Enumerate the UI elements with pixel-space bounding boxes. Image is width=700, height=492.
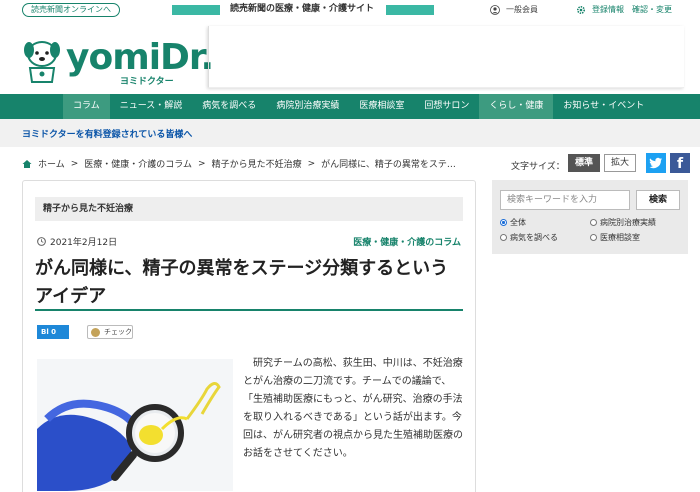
breadcrumb-home[interactable]: ホーム <box>38 157 65 170</box>
paid-member-notice-link[interactable]: ヨミドクターを有料登録されている皆様へ <box>22 127 192 140</box>
member-status[interactable]: 一般会員 <box>490 4 538 16</box>
series-label[interactable]: 精子から見た不妊治療 <box>35 197 463 221</box>
twitter-icon <box>649 157 662 169</box>
radio-unselected-icon <box>500 234 507 241</box>
article-photo <box>37 359 233 491</box>
breadcrumb-series[interactable]: 精子から見た不妊治療 <box>212 157 302 170</box>
logo-subtitle: ヨミドクター <box>120 77 174 87</box>
article-lead: 研究チームの高松、荻生田、中川は、不妊治療とがん治療の二刀流です。チームでの議論… <box>243 358 463 459</box>
breadcrumb: ホーム > 医療・健康・介護のコラム > 精子から見た不妊治療 > がん同様に、… <box>22 157 456 170</box>
radio-unselected-icon <box>590 219 597 226</box>
font-size-large-button[interactable]: 拡大 <box>604 154 636 172</box>
site-logo[interactable]: yomiDr. ヨミドクター <box>20 38 214 87</box>
check-button[interactable]: チェック <box>87 325 133 339</box>
home-icon <box>22 159 32 168</box>
category-link[interactable]: 医療・健康・介護のコラム <box>353 235 461 248</box>
radio-selected-icon <box>500 219 507 226</box>
bookmark-count-badge[interactable]: Bl 0 <box>37 325 69 339</box>
article-date: 2021年2月12日 <box>37 235 117 248</box>
clock-icon <box>37 237 46 246</box>
notice-bar: ヨミドクターを有料登録されている皆様へ <box>0 119 700 147</box>
site-tagline: 読売新聞の医療・健康・介護サイト <box>230 4 375 14</box>
nav-column[interactable]: コラム <box>63 94 110 119</box>
radio-disease[interactable]: 病気を調べる <box>500 232 558 243</box>
radio-label: 病院別治療実績 <box>600 218 656 227</box>
facebook-icon: f <box>676 156 684 172</box>
article-title: がん同様に、精子の異常をステージ分類するというアイデア <box>35 258 449 307</box>
check-circle-icon <box>91 328 100 337</box>
radio-label: 病気を調べる <box>510 233 558 242</box>
breadcrumb-column[interactable]: 医療・健康・介護のコラム <box>84 157 192 170</box>
decor-bar-left <box>172 5 220 15</box>
facebook-share-button[interactable]: f <box>670 153 690 173</box>
font-size-label: 文字サイズ： <box>511 162 565 172</box>
nav-news[interactable]: ニュース・解説 <box>110 94 193 119</box>
decor-bar-right <box>386 5 434 15</box>
breadcrumb-current: がん同様に、精子の異常をステ… <box>321 160 456 170</box>
search-input[interactable]: 検索キーワードを入力 <box>500 190 630 210</box>
glove-magnifier-image <box>37 359 233 491</box>
nav-hospital-results[interactable]: 病院別治療実績 <box>266 94 349 119</box>
radio-unselected-icon <box>590 234 597 241</box>
top-bar: 読売新聞オンラインへ 読売新聞の医療・健康・介護サイト 一般会員 登録情報 確認… <box>0 0 700 20</box>
member-label: 一般会員 <box>506 5 538 14</box>
person-icon <box>490 5 500 15</box>
radio-label: 医療相談室 <box>600 233 640 242</box>
ad-banner <box>208 26 684 88</box>
logo-wordmark: yomiDr. <box>66 37 214 78</box>
search-button[interactable]: 検索 <box>636 190 680 210</box>
nav-salon[interactable]: 回想サロン <box>414 94 479 119</box>
nav-disease[interactable]: 病気を調べる <box>192 94 266 119</box>
breadcrumb-separator: > <box>70 158 79 169</box>
title-underline <box>35 309 463 311</box>
main-nav: コラム ニュース・解説 病気を調べる 病院別治療実績 医療相談室 回想サロン く… <box>0 94 700 119</box>
account-settings-link[interactable]: 登録情報 確認・変更 <box>576 4 672 16</box>
nav-events[interactable]: お知らせ・イベント <box>553 94 654 119</box>
account-label: 登録情報 確認・変更 <box>592 5 672 14</box>
radio-all[interactable]: 全体 <box>500 217 526 228</box>
check-label: チェック <box>104 328 132 336</box>
dog-mascot-icon <box>24 41 60 83</box>
nav-life-health[interactable]: くらし・健康 <box>479 94 554 119</box>
article-card: 精子から見た不妊治療 2021年2月12日 医療・健康・介護のコラム がん同様に… <box>22 180 476 492</box>
gear-icon <box>576 5 586 15</box>
twitter-share-button[interactable] <box>646 153 666 173</box>
breadcrumb-separator: > <box>198 158 206 169</box>
breadcrumb-separator: > <box>307 158 316 169</box>
date-text: 2021年2月12日 <box>50 238 118 248</box>
radio-hospital-results[interactable]: 病院別治療実績 <box>590 217 656 228</box>
nav-consult[interactable]: 医療相談室 <box>349 94 414 119</box>
yomiuri-online-link[interactable]: 読売新聞オンラインへ <box>22 3 120 17</box>
font-size-standard-button[interactable]: 標準 <box>568 154 600 172</box>
radio-label: 全体 <box>510 218 526 227</box>
sidebar-search: 検索キーワードを入力 検索 全体 病院別治療実績 病気を調べる 医療相談室 <box>492 180 688 254</box>
radio-consult[interactable]: 医療相談室 <box>590 232 640 243</box>
